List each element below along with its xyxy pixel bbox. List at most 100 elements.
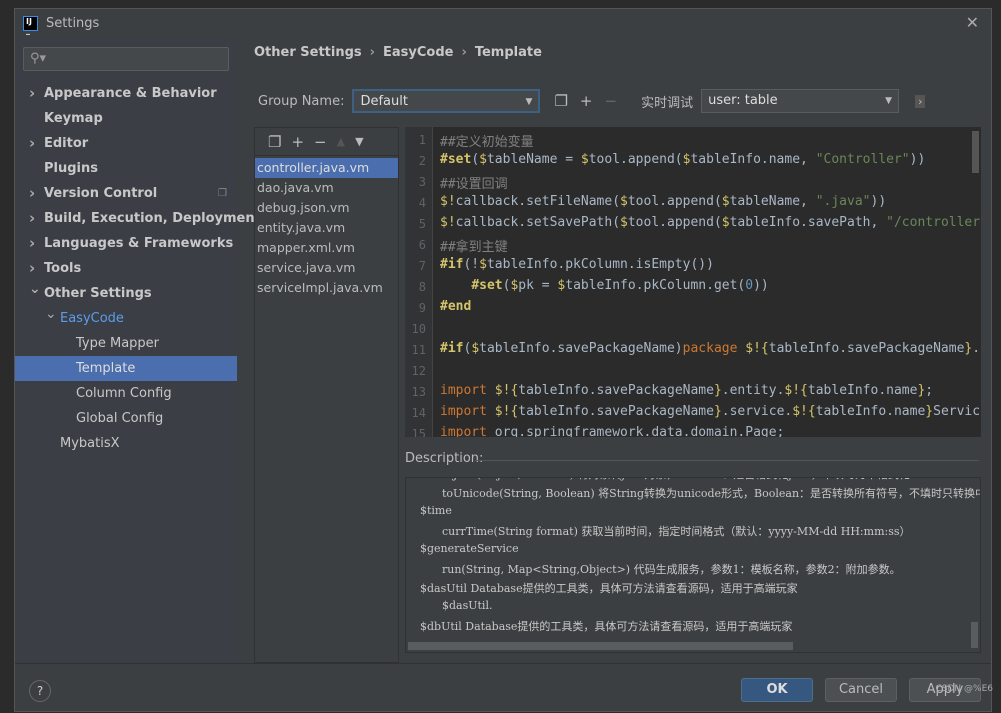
sidebar-item[interactable]: Global Config [15, 406, 237, 431]
line-number: 5 [418, 217, 426, 231]
code-line: #end [440, 299, 472, 314]
line-number-gutter: 1 2 3 4 5 6 7 8 9 10 11 12 13 14 15 [405, 127, 433, 437]
help-button[interactable]: ? [29, 680, 51, 702]
debug-label: 实时调试 [641, 95, 694, 111]
sidebar-item-label: Tools [44, 261, 82, 276]
sidebar-item[interactable]: Plugins [15, 156, 237, 181]
ok-button[interactable]: OK [741, 678, 813, 702]
template-list-item[interactable]: entity.java.vm [255, 218, 398, 238]
template-list-item[interactable]: mapper.xml.vm [255, 238, 398, 258]
breadcrumb-item[interactable]: EasyCode [383, 45, 453, 60]
debug-table-dropdown[interactable]: user: table ▼ [701, 89, 900, 113]
sidebar-item[interactable]: › Tools [15, 256, 237, 281]
description-line: $dasUtil. [442, 599, 493, 612]
chevron-right-icon[interactable]: › [29, 181, 35, 206]
move-up-icon[interactable]: ▲ [337, 135, 345, 148]
dialog-footer: ? OK Cancel Apply [15, 663, 991, 713]
chevron-right-icon[interactable]: › [29, 81, 35, 106]
move-down-icon[interactable]: ▼ [355, 135, 363, 148]
template-list-item[interactable]: debug.json.vm [255, 198, 398, 218]
description-panel: $dbUtil Database提供的工具类，具体可方法请查看源码，适用于高端玩… [405, 477, 981, 653]
title-bar: IJ _ Settings ✕ [15, 9, 991, 37]
sidebar-item[interactable]: › Version Control ❐ [15, 181, 237, 206]
code-line: ##拿到主键 [440, 240, 508, 255]
template-list-item[interactable]: service.java.vm [255, 258, 398, 278]
code-line: import $!{tableInfo.savePackageName}.ser… [440, 404, 981, 419]
run-debug-icon[interactable]: › [915, 94, 926, 108]
close-icon[interactable]: ✕ [966, 13, 979, 32]
line-number: 3 [418, 175, 426, 189]
sidebar-item[interactable]: › Build, Execution, Deployment [15, 206, 261, 231]
line-number: 15 [411, 427, 426, 437]
settings-search-input[interactable]: ⚲▾ [23, 47, 229, 71]
code-line: #if(!$tableInfo.pkColumn.isEmpty()) [440, 257, 714, 272]
intellij-logo-icon: IJ _ [23, 15, 38, 35]
cancel-button[interactable]: Cancel [825, 678, 897, 702]
window-title: Settings [46, 15, 100, 31]
add-group-icon[interactable]: + [580, 92, 593, 110]
settings-dialog: IJ _ Settings ✕ ⚲▾ › Appearance & Behavior… [14, 8, 992, 712]
sidebar-item-label: Appearance & Behavior [44, 86, 217, 101]
code-line: $!callback.setSavePath($tool.append($tab… [440, 215, 981, 230]
sidebar-item-label: Build, Execution, Deployment [44, 211, 261, 226]
chevron-right-icon: › [369, 45, 375, 60]
chevron-right-icon[interactable]: › [29, 206, 35, 231]
sidebar-item[interactable]: ⌄ EasyCode [15, 306, 237, 331]
sidebar-item[interactable]: › Languages & Frameworks [15, 231, 237, 256]
template-code-editor[interactable]: 1 2 3 4 5 6 7 8 9 10 11 12 13 14 15 ##定义初始变量 #set($tabl… [405, 127, 981, 437]
sidebar-item[interactable]: Column Config [15, 381, 237, 406]
description-line: $dbUtil Database提供的工具类，具体可方法请查看源码，适用于高端玩… [420, 620, 793, 633]
sidebar-item-label: Languages & Frameworks [44, 236, 234, 251]
description-line: $time [420, 504, 452, 517]
line-number: 9 [418, 301, 426, 315]
add-template-icon[interactable]: + [291, 133, 304, 151]
sidebar-item-label: Editor [44, 136, 89, 151]
debug-table-value: user: table [708, 93, 778, 108]
group-toolbar: Group Name: Default ▼ ❐ + − 实时调试 user: ta… [258, 89, 931, 113]
remove-group-icon[interactable]: − [604, 92, 617, 110]
line-number: 11 [411, 343, 426, 357]
remove-template-icon[interactable]: − [314, 133, 327, 151]
sidebar-item[interactable]: Keymap [15, 106, 237, 131]
sidebar-item[interactable]: MybatisX [15, 431, 237, 456]
code-line: $!callback.setFileName($tool.append($tab… [440, 194, 887, 209]
line-number: 7 [418, 259, 426, 273]
sidebar-item-label: EasyCode [60, 311, 124, 326]
copy-template-icon[interactable]: ❐ [268, 133, 281, 151]
chevron-right-icon[interactable]: › [29, 231, 35, 256]
editor-scrollbar[interactable] [972, 131, 979, 173]
sidebar-item-label: Other Settings [44, 286, 152, 301]
line-number: 1 [418, 133, 426, 147]
template-list-item[interactable]: controller.java.vm [255, 158, 398, 178]
line-number: 10 [411, 322, 426, 336]
chevron-down-icon[interactable]: ⌄ [29, 277, 41, 302]
sidebar-item[interactable]: › Editor [15, 131, 237, 156]
dropdown-arrow-icon: ▼ [885, 96, 893, 106]
code-line: ##设置回调 [440, 177, 508, 192]
template-list-toolbar: ❐ + − ▲ ▼ [255, 128, 398, 156]
sidebar-item-label: Keymap [44, 111, 103, 126]
breadcrumb: Other Settings › EasyCode › Template [254, 45, 542, 60]
code-line: ##定义初始变量 [440, 135, 534, 150]
copy-group-icon[interactable]: ❐ [554, 92, 567, 110]
line-number: 12 [411, 364, 426, 378]
settings-sidebar: ⚲▾ › Appearance & Behavior Keymap › Editor Pl… [15, 37, 261, 663]
search-icon: ⚲▾ [30, 51, 47, 66]
description-line: currTime(String format) 获取当前时间，指定时间格式（默认… [442, 525, 911, 538]
sidebar-item[interactable]: Type Mapper [15, 331, 237, 356]
line-number: 8 [418, 280, 426, 294]
line-number: 6 [418, 238, 426, 252]
template-list-item[interactable]: serviceImpl.java.vm [255, 278, 398, 298]
sidebar-item[interactable]: Template [15, 356, 237, 381]
sidebar-item-label: Plugins [44, 161, 98, 176]
chevron-down-icon[interactable]: ⌄ [45, 302, 57, 327]
line-number: 13 [411, 385, 426, 399]
vertical-scrollbar[interactable] [971, 622, 978, 648]
breadcrumb-item[interactable]: Other Settings [254, 45, 362, 60]
chevron-right-icon[interactable]: › [29, 131, 35, 156]
group-name-dropdown[interactable]: Default ▼ [352, 89, 541, 113]
template-list-item[interactable]: dao.java.vm [255, 178, 398, 198]
watermark: CSDN @%E6 [935, 684, 994, 694]
sidebar-item[interactable]: › Appearance & Behavior [15, 81, 237, 106]
horizontal-scrollbar[interactable] [408, 642, 793, 650]
